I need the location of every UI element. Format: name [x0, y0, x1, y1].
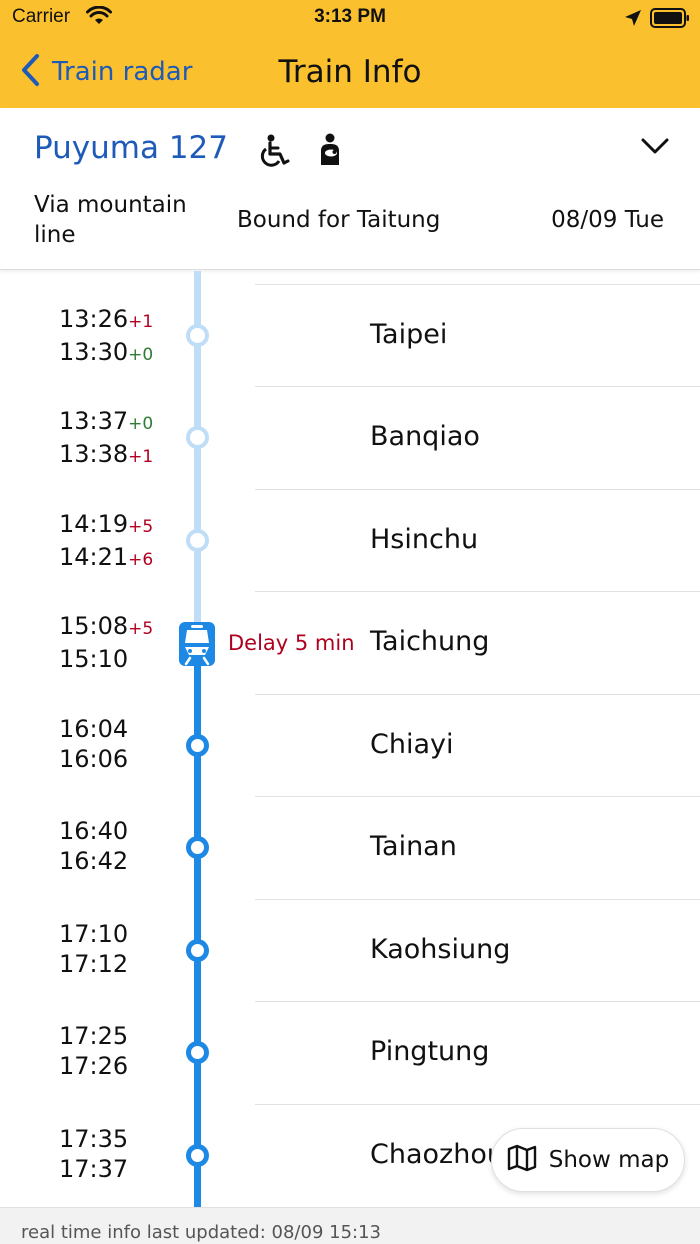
last-updated-text: real time info last updated: 08/09 15:13 [21, 1222, 381, 1243]
arrival-delta: +1 [128, 312, 154, 332]
train-marker-icon [178, 621, 216, 671]
train-name: Puyuma 127 [34, 130, 229, 166]
status-bar: Carrier 3:13 PM [0, 0, 700, 36]
departure-time: 16:42 [59, 847, 129, 875]
arrival-time: 15:08 [59, 612, 129, 640]
nav-bar: Train radar Train Info [0, 36, 700, 108]
station-name: Taipei [370, 319, 448, 350]
nursing-icon [316, 133, 344, 171]
stop-row[interactable]: 16:40 16:42 Tainan [0, 796, 700, 898]
departure-time: 16:06 [59, 745, 129, 773]
stop-dot [186, 939, 209, 962]
station-name: Hsinchu [370, 524, 479, 555]
station-name: Kaohsiung [370, 934, 511, 965]
station-name: Chaozhou [370, 1139, 504, 1170]
departure-time: 13:30 [59, 338, 129, 366]
show-map-label: Show map [548, 1147, 670, 1173]
arrival-time: 13:26 [59, 305, 129, 333]
row-divider [255, 591, 700, 592]
stop-dot [186, 1041, 209, 1064]
row-divider [255, 796, 700, 797]
row-divider [255, 284, 700, 285]
bound-for: Bound for Taitung [237, 207, 441, 233]
stop-times: 17:10 17:12 [59, 919, 128, 979]
stop-row-current[interactable]: 15:08+5 15:10 Delay 5 min Taichung [0, 591, 700, 693]
station-name: Pingtung [370, 1036, 490, 1067]
footer: real time info last updated: 08/09 15:13 [0, 1207, 700, 1244]
departure-time: 15:10 [59, 645, 129, 673]
delay-label: Delay 5 min [228, 631, 355, 655]
station-name: Tainan [370, 831, 457, 862]
arrival-time: 13:37 [59, 407, 129, 435]
train-date: 08/09 Tue [551, 207, 664, 233]
stop-times: 13:26+1 13:30+0 [59, 304, 153, 370]
row-divider [255, 489, 700, 490]
arrival-delta: +5 [128, 517, 154, 537]
stop-dot [186, 529, 209, 552]
departure-time: 17:37 [59, 1155, 129, 1183]
stop-times: 14:19+5 14:21+6 [59, 509, 153, 575]
row-divider [255, 386, 700, 387]
departure-delta: +0 [128, 345, 154, 365]
stop-times: 13:37+0 13:38+1 [59, 406, 153, 472]
stop-row[interactable]: 16:04 16:06 Chiayi [0, 694, 700, 796]
departure-delta: +6 [128, 550, 154, 570]
stop-dot [186, 836, 209, 859]
arrival-time: 17:10 [59, 920, 129, 948]
stop-times: 16:04 16:06 [59, 714, 128, 774]
stop-row[interactable]: 13:37+0 13:38+1 Banqiao [0, 386, 700, 488]
departure-time: 17:12 [59, 950, 129, 978]
station-name: Taichung [370, 626, 490, 657]
stop-row[interactable]: 17:25 17:26 Pingtung [0, 1001, 700, 1103]
chevron-down-icon[interactable] [640, 136, 670, 160]
show-map-button[interactable]: Show map [491, 1128, 685, 1192]
row-divider [255, 899, 700, 900]
row-divider [255, 1104, 700, 1105]
page-title: Train Info [278, 54, 422, 90]
stop-row[interactable]: 13:26+1 13:30+0 Taipei [0, 284, 700, 386]
stop-times: 17:25 17:26 [59, 1021, 128, 1081]
arrival-time: 17:35 [59, 1125, 129, 1153]
location-arrow-icon [624, 9, 642, 31]
row-divider [255, 694, 700, 695]
arrival-time: 16:40 [59, 817, 129, 845]
stop-row[interactable]: 14:19+5 14:21+6 Hsinchu [0, 489, 700, 591]
stop-dot [186, 426, 209, 449]
arrival-delta: +0 [128, 414, 154, 434]
arrival-delta: +5 [128, 619, 154, 639]
arrival-time: 16:04 [59, 715, 129, 743]
route-line: Via mountain line [34, 192, 187, 248]
battery-icon [650, 8, 690, 32]
stop-dot [186, 324, 209, 347]
wheelchair-icon [258, 134, 292, 172]
arrival-time: 14:19 [59, 510, 129, 538]
stop-timeline[interactable]: 13:26+1 13:30+0 Taipei 13:37+0 13:38+1 B… [0, 271, 700, 1207]
arrival-time: 17:25 [59, 1022, 129, 1050]
map-icon [507, 1144, 537, 1176]
station-name: Banqiao [370, 421, 480, 452]
departure-time: 17:26 [59, 1052, 129, 1080]
stop-times: 15:08+5 15:10 [59, 611, 153, 677]
stop-dot [186, 734, 209, 757]
stop-times: 17:35 17:37 [59, 1124, 128, 1184]
stop-row[interactable]: 17:10 17:12 Kaohsiung [0, 899, 700, 1001]
stop-dot [186, 1144, 209, 1167]
stop-times: 16:40 16:42 [59, 816, 128, 876]
train-header: Puyuma 127 Via mountain line Bound for T… [0, 108, 700, 270]
departure-time: 13:38 [59, 440, 129, 468]
departure-time: 14:21 [59, 543, 129, 571]
departure-delta: +1 [128, 447, 154, 467]
row-divider [255, 1001, 700, 1002]
status-time: 3:13 PM [314, 6, 386, 27]
station-name: Chiayi [370, 729, 454, 760]
